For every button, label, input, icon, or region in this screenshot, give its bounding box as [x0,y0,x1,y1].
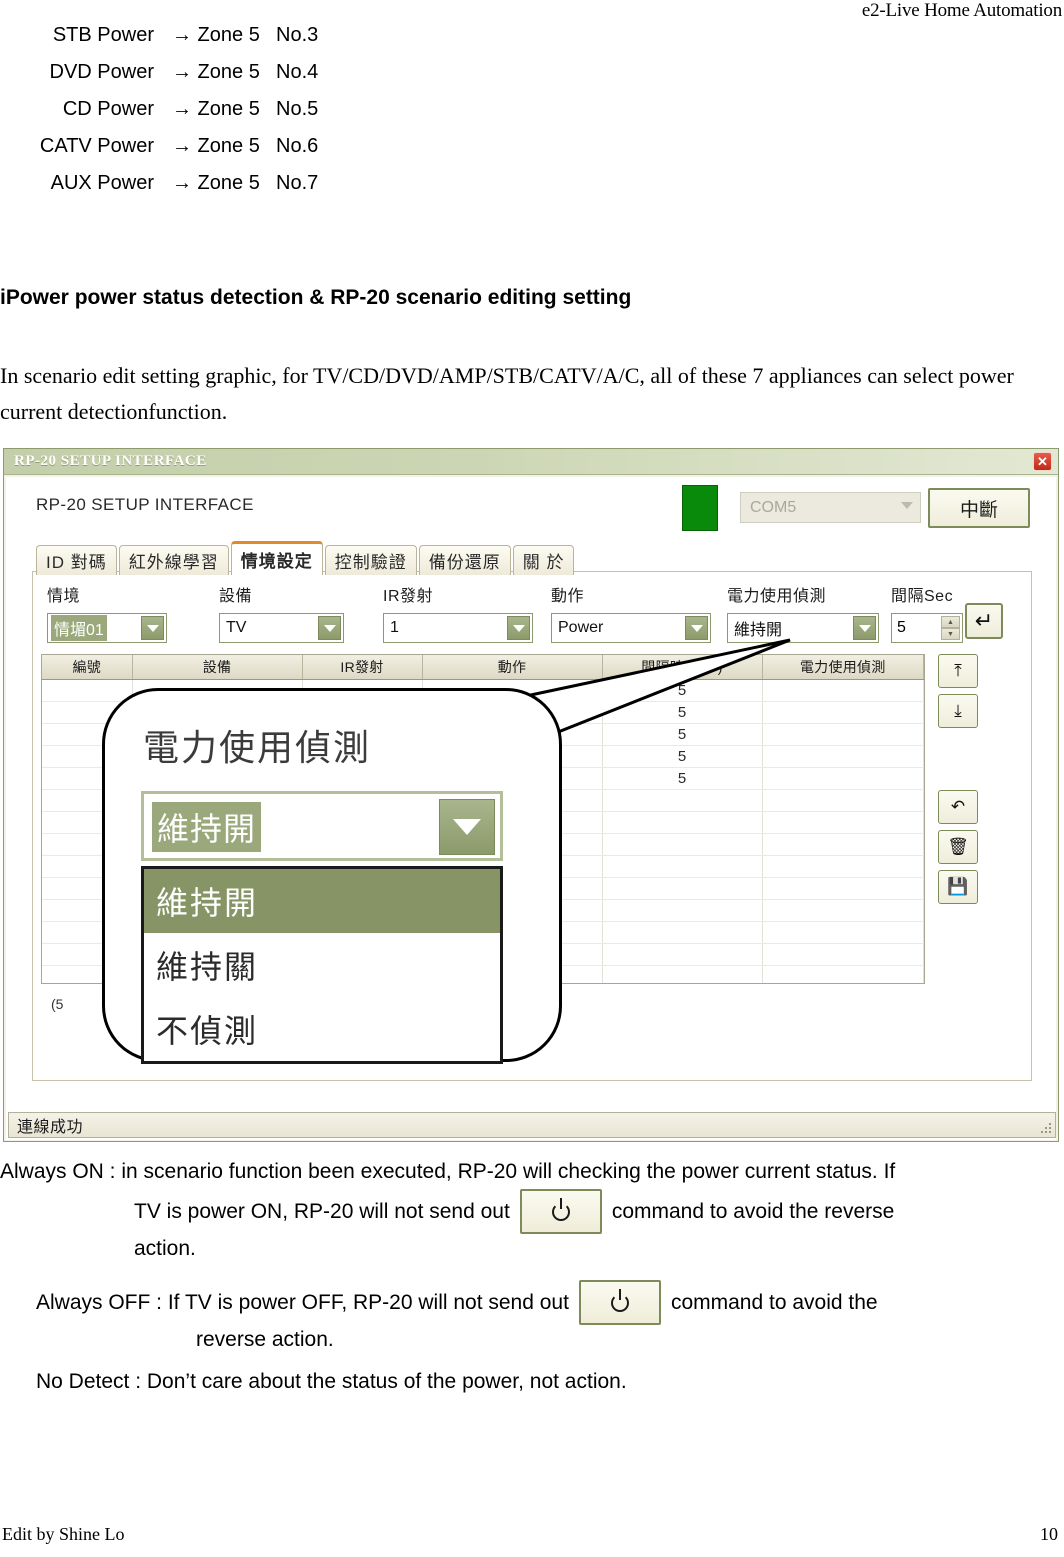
zone-target: → Zone 5 [172,61,260,83]
chevron-down-icon[interactable] [439,799,495,855]
explanation-text-before: Always OFF : If TV is power OFF, RP-20 w… [36,1290,569,1314]
zone-target: → Zone 5 [172,135,260,157]
explanation-text-after: command to avoid the [670,1290,878,1314]
zone-number: No.5 [276,98,319,120]
dropdown-option-always-on[interactable]: 維持開 [144,869,500,933]
zone-number: No.7 [276,172,319,194]
zone-appliance-name: STB Power [52,24,154,46]
explanation-line-no-detect: No Detect : Don’t care about the status … [36,1370,627,1393]
explanation-block: Always ON : in scenario function been ex… [0,1157,1064,1397]
page-title: iPower power status detection & RP-20 sc… [0,286,632,309]
list-item: CD Power → Zone 5 No.5 [0,98,420,135]
status-text: 連線成功 [17,1119,84,1136]
power-button-icon [519,1189,602,1234]
dropdown-option-no-detect[interactable]: 不偵測 [144,997,500,1061]
zone-target: → Zone 5 [172,98,260,120]
footer-author: Edit by Shine Lo [2,1524,125,1544]
power-glyph [551,1202,570,1221]
zoom-callout-balloon: 電力使用偵測 維持開 維持開 維持關 不偵測 [102,688,562,1064]
zone-number: No.4 [276,61,319,83]
callout-selected-value: 維持開 [152,802,262,852]
zone-target: → Zone 5 [172,172,260,194]
resize-grip-icon[interactable] [1037,1119,1051,1133]
zone-mapping-list: STB Power → Zone 5 No.3 DVD Power → Zone… [0,24,420,209]
list-item: CATV Power → Zone 5 No.6 [0,135,420,172]
explanation-line-always-on: Always ON : in scenario function been ex… [0,1160,896,1183]
explanation-line-always-off: Always OFF : If TV is power OFF, RP-20 w… [36,1280,1064,1325]
list-item: STB Power → Zone 5 No.3 [0,24,420,61]
dropdown-option-always-off[interactable]: 維持關 [144,933,500,997]
explanation-line-tv-on: TV is power ON, RP-20 will not send out … [134,1189,1064,1234]
status-bar: 連線成功 [8,1112,1056,1138]
power-button-icon [578,1280,661,1325]
zone-appliance-name: DVD Power [49,61,154,83]
explanation-text-before: TV is power ON, RP-20 will not send out [134,1199,510,1223]
running-header: e2-Live Home Automation [861,0,1062,21]
list-item: AUX Power → Zone 5 No.7 [0,172,420,209]
zone-appliance-name: AUX Power [50,172,154,194]
zone-number: No.3 [276,24,319,46]
zone-target: → Zone 5 [172,24,260,46]
callout-dropdown-list[interactable]: 維持開 維持關 不偵測 [141,866,503,1064]
intro-paragraph: In scenario edit setting graphic, for TV… [0,363,1014,424]
explanation-text-after: command to avoid the reverse [611,1199,895,1223]
zone-number: No.6 [276,135,319,157]
explanation-line-action: action. [134,1237,196,1260]
callout-title: 電力使用偵測 [143,727,372,768]
list-item: DVD Power → Zone 5 No.4 [0,61,420,98]
zone-appliance-name: CD Power [62,98,154,120]
explanation-line-reverse: reverse action. [196,1328,334,1351]
callout-power-detect-select[interactable]: 維持開 [141,791,503,861]
zone-appliance-name: CATV Power [39,135,154,157]
page-number: 10 [1040,1524,1058,1544]
power-glyph [610,1293,629,1312]
